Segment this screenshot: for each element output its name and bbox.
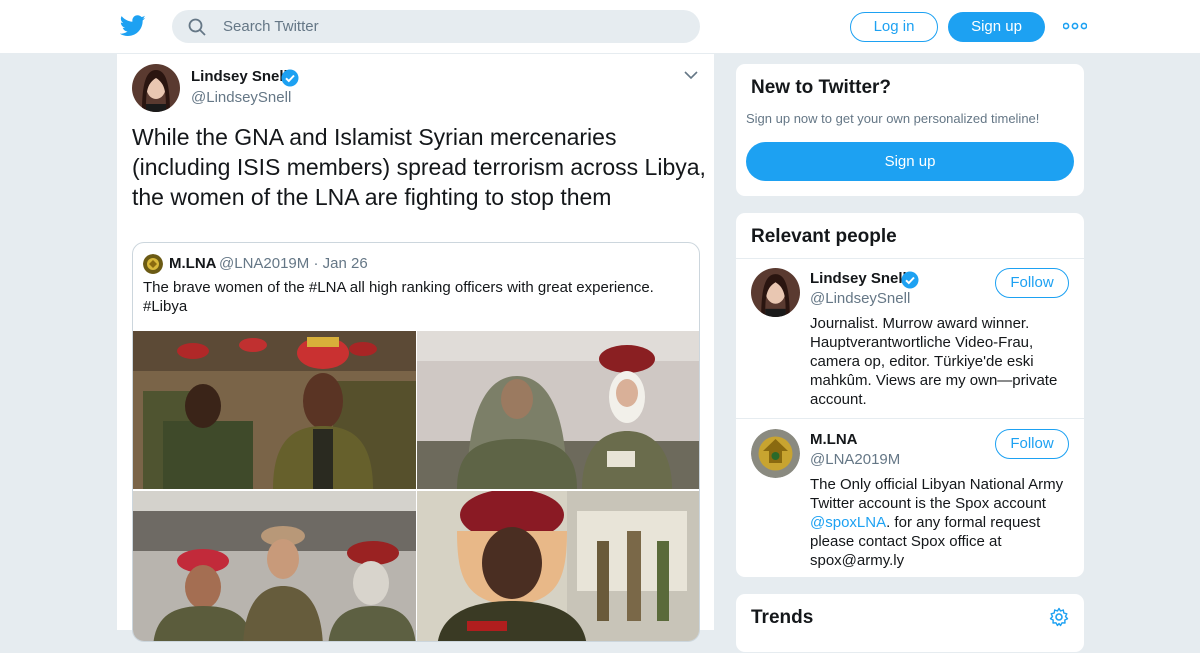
quote-date: Jan 26 xyxy=(322,255,368,272)
media-photo[interactable] xyxy=(417,331,699,489)
author-name[interactable]: Lindsey Snell xyxy=(191,68,288,85)
bio-mention-link[interactable]: @spoxLNA xyxy=(810,514,886,531)
more-options-icon[interactable] xyxy=(1063,22,1087,30)
person-name[interactable]: Lindsey Snell xyxy=(810,270,907,287)
avatar[interactable] xyxy=(132,64,180,112)
follow-button[interactable]: Follow xyxy=(995,429,1069,459)
quote-author-handle: @LNA2019M xyxy=(219,255,310,272)
verified-badge-icon xyxy=(281,69,299,87)
twitter-bird-icon[interactable] xyxy=(120,14,146,38)
login-button[interactable]: Log in xyxy=(850,12,938,42)
search-icon xyxy=(188,18,206,36)
media-photo[interactable] xyxy=(133,491,416,641)
author-handle[interactable]: @LindseySnell xyxy=(191,89,291,106)
quote-author-meta: @LNA2019M · Jan 26 xyxy=(219,255,368,272)
avatar xyxy=(143,254,163,274)
quote-text: The brave women of the #LNA all high ran… xyxy=(143,279,654,315)
tweet-text: While the GNA and Islamist Syrian mercen… xyxy=(132,124,706,210)
person-name[interactable]: M.LNA xyxy=(810,431,858,448)
chevron-down-icon[interactable] xyxy=(684,70,698,80)
search-placeholder: Search Twitter xyxy=(223,18,319,35)
person-item[interactable]: M.LNA @LNA2019M Follow The Only official… xyxy=(736,419,1084,577)
follow-button[interactable]: Follow xyxy=(995,268,1069,298)
top-bar: Search Twitter Log in Sign up xyxy=(0,0,1200,54)
quote-author-name: M.LNA xyxy=(169,255,217,272)
person-bio: The Only official Libyan National Army T… xyxy=(810,475,1074,570)
media-photo[interactable] xyxy=(417,491,699,641)
gear-icon[interactable] xyxy=(1049,607,1069,627)
signup-button[interactable]: Sign up xyxy=(948,12,1045,42)
signup-card-title: New to Twitter? xyxy=(751,77,892,98)
trends-title: Trends xyxy=(751,607,814,628)
person-bio: Journalist. Murrow award winner. Hauptve… xyxy=(810,315,1058,408)
bio-text: The Only official Libyan National Army T… xyxy=(810,476,1064,512)
quoted-tweet[interactable]: M.LNA @LNA2019M · Jan 26 The brave women… xyxy=(132,242,700,642)
person-item[interactable]: Lindsey Snell @LindseySnell Follow Journ… xyxy=(736,258,1084,418)
trends-card: Trends xyxy=(735,593,1085,653)
search-input[interactable]: Search Twitter xyxy=(172,10,700,43)
media-photo[interactable] xyxy=(133,331,416,489)
avatar[interactable] xyxy=(751,268,800,317)
tweet-detail: Lindsey Snell @LindseySnell While the GN… xyxy=(116,54,715,642)
person-handle[interactable]: @LNA2019M xyxy=(810,451,900,468)
verified-badge-icon xyxy=(901,271,919,289)
quote-separator: · xyxy=(313,255,319,272)
person-handle[interactable]: @LindseySnell xyxy=(810,290,910,307)
relevant-people-title: Relevant people xyxy=(751,226,897,247)
signup-card: New to Twitter? Sign up now to get your … xyxy=(735,63,1085,197)
signup-card-button[interactable]: Sign up xyxy=(746,142,1074,181)
relevant-people-card: Relevant people Lindsey Snell @LindseySn… xyxy=(735,212,1085,578)
avatar[interactable] xyxy=(751,429,800,478)
signup-card-subtitle: Sign up now to get your own personalized… xyxy=(746,111,1040,126)
